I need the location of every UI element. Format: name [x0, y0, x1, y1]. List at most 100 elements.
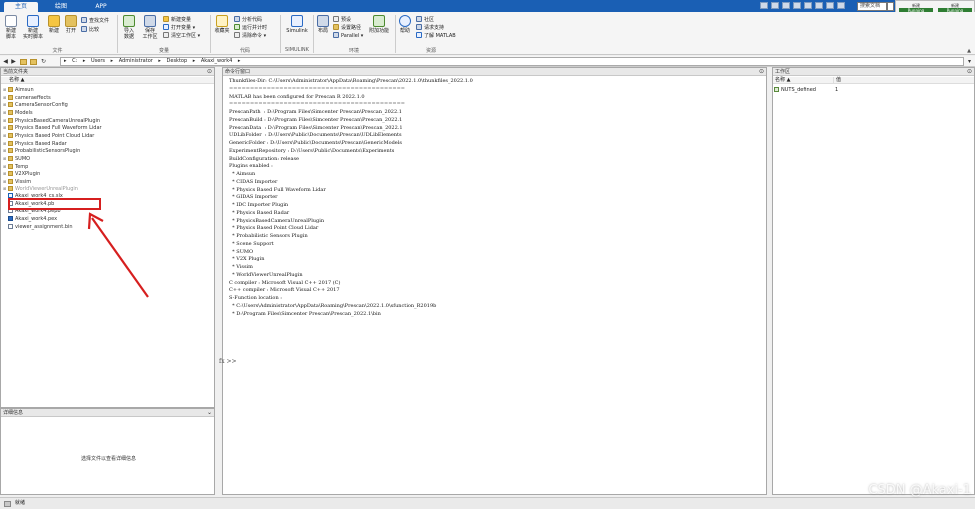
run-and-time-button[interactable]: 运行并计时: [234, 24, 267, 32]
details-header: 详细信息 ⌄: [1, 409, 214, 417]
tab-home[interactable]: 主页: [4, 2, 38, 12]
item-name: Physics Based Radar: [15, 140, 67, 147]
command-output-line: * C:\Users\Administrator\AppData\Roaming…: [229, 302, 437, 309]
folder-icon: [8, 94, 13, 100]
tab-bar: 主页 绘图 APP 搜索文档: [0, 0, 975, 12]
tab-plots[interactable]: 绘图: [46, 2, 76, 12]
path-separator: ▸: [158, 58, 161, 64]
folder-icon: [8, 186, 13, 192]
parallel-button[interactable]: Parallel ▾: [333, 32, 363, 40]
import-data-button[interactable]: 导入 数据: [121, 15, 137, 40]
command-output-line: PrescanData : D:\Program Files\Simcenter…: [229, 124, 403, 131]
panel-menu-icon[interactable]: ⊙: [207, 68, 212, 76]
copy-icon[interactable]: [782, 2, 790, 9]
forward-icon[interactable]: ▶: [10, 58, 17, 65]
item-name: PhysicsBasedCameraUnrealPlugin: [15, 117, 101, 124]
switch-windows-icon[interactable]: [826, 2, 834, 9]
chevron-down-icon[interactable]: ⌄: [207, 409, 212, 417]
panel-menu-icon[interactable]: ⊙: [759, 68, 764, 76]
folder-item[interactable]: ⊞ Physics Based Point Cloud Lidar: [3, 132, 94, 139]
find-files-button[interactable]: 查找文件: [81, 17, 109, 25]
folder-item[interactable]: ⊞ PhysicsBasedCameraUnrealPlugin: [3, 117, 100, 124]
workspace-column-value[interactable]: 值: [833, 77, 974, 84]
tab-apps[interactable]: APP: [86, 2, 116, 12]
folder-item[interactable]: ⊞ SUMO: [3, 155, 30, 162]
section-variable: 变量: [158, 48, 169, 54]
path-segment[interactable]: C:: [72, 58, 77, 64]
browse-folder-icon[interactable]: [30, 59, 37, 65]
cut-icon[interactable]: [771, 2, 779, 9]
compare-button[interactable]: 比较: [81, 26, 99, 34]
up-folder-icon[interactable]: [20, 59, 27, 65]
request-support-button[interactable]: 请求支持: [416, 24, 444, 32]
command-output: Thunkfiles-Dir: C:\Users\Administrator\A…: [229, 78, 759, 318]
item-name: Physics Based Point Cloud Lidar: [15, 132, 95, 139]
folder-item[interactable]: ⊞ cameraeffects: [3, 94, 51, 101]
folder-item[interactable]: ⊞ ProbabilisticSensorsPlugin: [3, 147, 80, 154]
new-button[interactable]: 新建: [47, 15, 61, 34]
clear-commands-button[interactable]: 清除命令 ▾: [234, 32, 266, 40]
folder-item[interactable]: ⊞ Vissim: [3, 178, 31, 185]
favorites-button[interactable]: 收藏夹: [213, 15, 231, 34]
paste-icon[interactable]: [793, 2, 801, 9]
workspace-column-name[interactable]: 名称 ▲: [773, 77, 833, 84]
path-segment[interactable]: Desktop: [167, 58, 188, 64]
command-output-line: ExperimentRepository : D:\Users\Public\D…: [229, 147, 395, 154]
folder-item[interactable]: ⊞ WorldViewerUnrealPlugin: [3, 185, 78, 192]
command-window[interactable]: 命令行窗口 ⊙ Thunkfiles-Dir: C:\Users\Adminis…: [219, 67, 767, 495]
command-output-line: * GIDAS Importer: [229, 194, 278, 201]
command-output-line: Thunkfiles-Dir: C:\Users\Administrator\A…: [229, 78, 473, 84]
refresh-icon[interactable]: ↻: [40, 58, 47, 65]
new-script-button[interactable]: 新建 脚本: [3, 15, 19, 40]
path-separator: ▸: [110, 58, 114, 64]
folder-item[interactable]: ⊞ CameraSensorConfig: [3, 101, 68, 108]
save-workspace-button[interactable]: 保存 工作区: [140, 15, 160, 40]
folder-item[interactable]: ⊞ Aimsun: [3, 86, 34, 93]
add-ons-button[interactable]: 附加功能: [368, 15, 390, 34]
path-segment[interactable]: Administrator: [119, 58, 153, 64]
column-header-name[interactable]: 名称 ▲: [1, 77, 214, 84]
file-item[interactable]: Akaxi_work4.pex: [3, 216, 57, 223]
file-item[interactable]: viewer_assignment.bin: [3, 223, 73, 231]
set-path-button[interactable]: 设置路径: [333, 24, 361, 32]
help-icon[interactable]: [837, 2, 845, 9]
learn-matlab-button[interactable]: 了解 MATLAB: [416, 32, 456, 40]
request-support-icon: [416, 24, 422, 30]
open-variable-button[interactable]: 打开变量 ▾: [163, 24, 195, 32]
community-button[interactable]: 社区: [416, 16, 434, 24]
panel-menu-icon[interactable]: ⊙: [967, 68, 972, 76]
folder-icon: [8, 178, 13, 184]
search-icon[interactable]: [887, 2, 894, 11]
folder-item[interactable]: ⊞ Physics Based Radar: [3, 140, 67, 147]
collapse-toolstrip-icon[interactable]: ▲: [967, 48, 971, 54]
save-icon[interactable]: [760, 2, 768, 9]
path-segment[interactable]: Akaxi_work4: [201, 58, 232, 64]
folder-item[interactable]: ⊞ Physics Based Full Waveform Lidar: [3, 124, 102, 131]
path-dropdown-icon[interactable]: ▾: [966, 58, 973, 65]
new-variable-button[interactable]: 新建变量: [163, 16, 191, 24]
workspace-variable-row[interactable]: NUTS_defined 1: [774, 87, 974, 94]
folder-item[interactable]: ⊞ V2XPlugin: [3, 170, 40, 177]
back-icon[interactable]: ◀: [2, 58, 9, 65]
undo-icon[interactable]: [804, 2, 812, 9]
search-documentation-input[interactable]: 搜索文档: [857, 2, 887, 11]
command-prompt[interactable]: fx >>: [219, 358, 237, 365]
folder-item[interactable]: ⊞ Temp: [3, 163, 28, 170]
current-folder-path[interactable]: ▸ C: ▸ Users ▸ Administrator ▸ Desktop ▸…: [60, 57, 964, 66]
simulink-button[interactable]: Simulink: [284, 15, 310, 34]
layout-button[interactable]: 布局: [316, 15, 330, 34]
simulink-icon: [291, 15, 303, 27]
new-live-script-button[interactable]: 新建 实时脚本: [23, 15, 43, 40]
path-segment[interactable]: Users: [91, 58, 105, 64]
workspace-panel: 工作区 ⊙ 名称 ▲ 值 NUTS_defined 1: [772, 67, 975, 495]
folder-item[interactable]: ⊞ Models: [3, 109, 33, 116]
help-button[interactable]: 帮助: [398, 15, 412, 34]
analyze-code-button[interactable]: 分析代码: [234, 16, 262, 24]
command-output-line: * SUMO: [229, 248, 254, 255]
clear-workspace-button[interactable]: 清空工作区 ▾: [163, 32, 200, 40]
open-button[interactable]: 打开: [64, 15, 78, 34]
current-folder-title: 当前文件夹: [3, 69, 29, 75]
redo-icon[interactable]: [815, 2, 823, 9]
preferences-button[interactable]: 预设: [333, 16, 351, 24]
item-name: WorldViewerUnrealPlugin: [15, 186, 78, 193]
